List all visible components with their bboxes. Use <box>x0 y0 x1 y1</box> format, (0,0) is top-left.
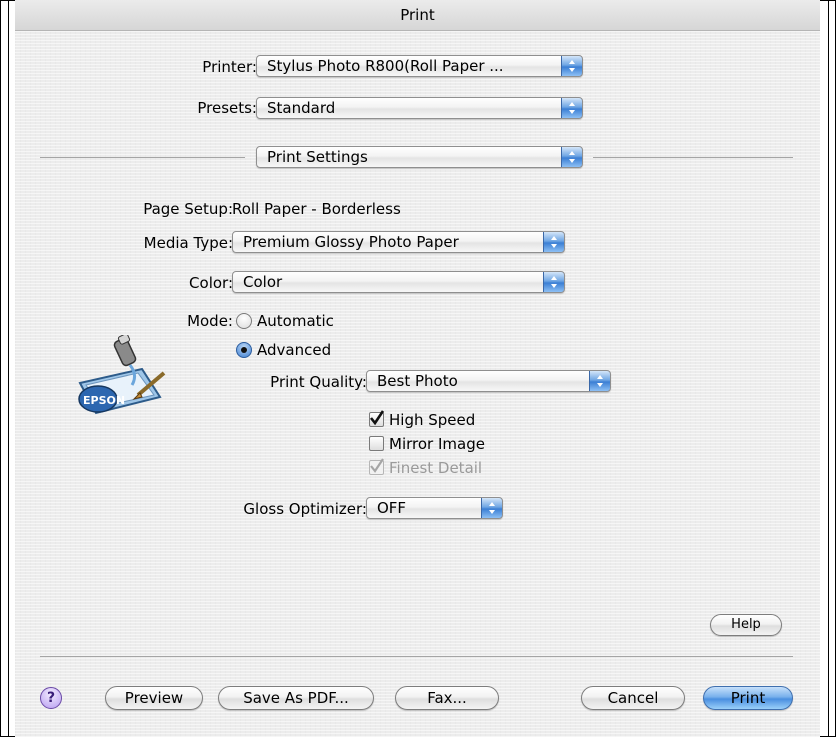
popup-arrows-icon <box>481 498 502 518</box>
window-title: Print <box>400 6 435 24</box>
panel-value: Print Settings <box>267 148 368 166</box>
color-popup[interactable]: Color <box>232 271 565 293</box>
popup-arrows-icon <box>589 371 610 391</box>
mirror-image-label: Mirror Image <box>389 435 485 453</box>
popup-arrows-icon <box>543 272 564 292</box>
finest-detail-label: Finest Detail <box>389 459 483 477</box>
frame-left-border <box>8 1 9 736</box>
presets-popup[interactable]: Standard <box>256 97 583 119</box>
epson-logo-icon: EPSON <box>72 333 172 417</box>
color-label: Color: <box>189 274 233 292</box>
page-setup-value: Roll Paper - Borderless <box>232 200 401 218</box>
checkmark-icon <box>370 458 384 473</box>
popup-arrows-icon <box>561 56 582 76</box>
gloss-optimizer-popup[interactable]: OFF <box>366 497 503 519</box>
fax-button[interactable]: Fax... <box>395 686 499 710</box>
epson-logo-text: EPSON <box>83 394 125 407</box>
presets-label: Presets: <box>197 99 257 117</box>
mode-automatic-label: Automatic <box>257 312 334 330</box>
bottom-separator <box>40 656 793 657</box>
gloss-optimizer-label: Gloss Optimizer: <box>243 500 367 518</box>
mode-advanced-label: Advanced <box>257 341 332 359</box>
save-as-pdf-button[interactable]: Save As PDF... <box>218 686 374 710</box>
title-bar: Print <box>15 0 820 31</box>
presets-value: Standard <box>267 99 336 117</box>
cancel-button[interactable]: Cancel <box>581 686 685 710</box>
print-quality-popup[interactable]: Best Photo <box>366 370 611 392</box>
print-button[interactable]: Print <box>703 686 793 710</box>
panel-popup[interactable]: Print Settings <box>256 146 583 168</box>
mirror-image-checkbox[interactable] <box>369 436 384 451</box>
help-button[interactable]: Help <box>710 614 782 636</box>
media-type-popup[interactable]: Premium Glossy Photo Paper <box>232 231 565 253</box>
checkmark-icon <box>369 410 385 426</box>
mode-advanced-radio[interactable] <box>236 342 252 358</box>
popup-arrows-icon <box>543 232 564 252</box>
printer-value: Stylus Photo R800(Roll Paper ... <box>267 57 504 75</box>
finest-detail-checkbox <box>369 458 384 475</box>
print-dialog: Print Printer: Stylus Photo R800(Roll Pa… <box>15 0 820 737</box>
mode-automatic-radio[interactable] <box>236 313 252 329</box>
print-quality-label: Print Quality: <box>270 373 367 391</box>
print-quality-value: Best Photo <box>377 372 458 390</box>
help-question-icon[interactable]: ? <box>40 687 62 709</box>
frame-right-border <box>828 1 829 736</box>
popup-arrows-icon <box>561 147 582 167</box>
preview-button[interactable]: Preview <box>105 686 203 710</box>
panel-separator-left <box>40 157 245 158</box>
printer-popup[interactable]: Stylus Photo R800(Roll Paper ... <box>256 55 583 77</box>
popup-arrows-icon <box>561 98 582 118</box>
media-type-value: Premium Glossy Photo Paper <box>243 233 459 251</box>
high-speed-label: High Speed <box>389 411 476 429</box>
gloss-optimizer-value: OFF <box>377 499 407 517</box>
page-setup-label: Page Setup: <box>143 200 233 218</box>
printer-label: Printer: <box>202 58 257 76</box>
media-type-label: Media Type: <box>143 234 233 252</box>
high-speed-checkbox[interactable] <box>369 410 385 427</box>
mode-label: Mode: <box>187 312 233 330</box>
panel-separator-right <box>593 157 793 158</box>
color-value: Color <box>243 273 283 291</box>
